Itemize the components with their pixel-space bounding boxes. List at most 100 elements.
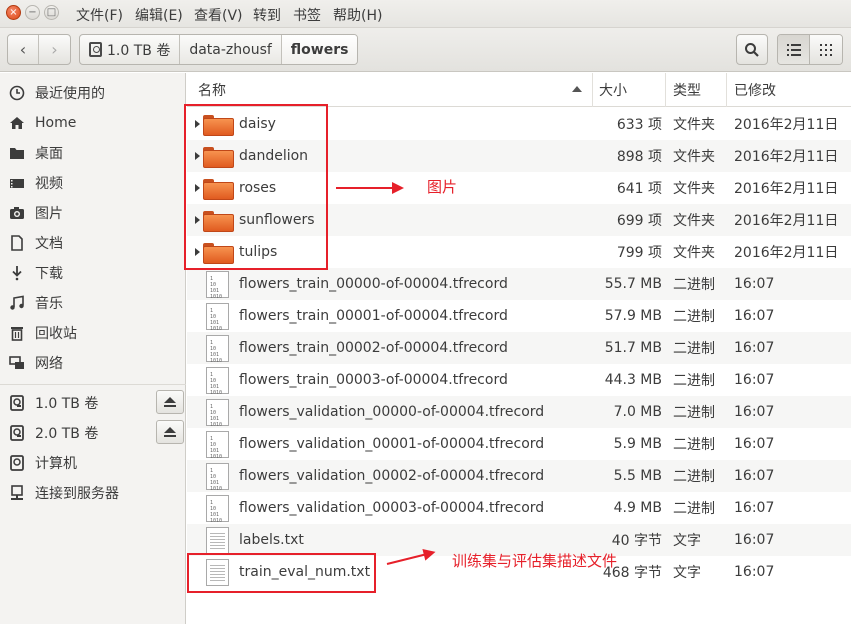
- binary-file-icon: 1 10 101 1010: [206, 495, 229, 524]
- file-type: 二进制: [673, 341, 715, 357]
- annotation-label-desc: 训练集与评估集描述文件: [452, 552, 618, 570]
- file-name: flowers_validation_00003-of-00004.tfreco…: [239, 500, 545, 516]
- sidebar-item-label: 视频: [35, 176, 63, 192]
- menu-view[interactable]: 查看(V): [194, 5, 243, 25]
- server-icon: [9, 485, 25, 501]
- minimize-icon: −: [28, 6, 37, 18]
- menu-file[interactable]: 文件(F): [76, 5, 123, 25]
- file-row[interactable]: 1 10 101 1010 flowers_validation_00003-of…: [187, 492, 851, 524]
- file-name: flowers_train_00002-of-00004.tfrecord: [239, 340, 508, 356]
- file-type: 文字: [673, 565, 701, 581]
- sidebar-item-computer[interactable]: 计算机: [0, 449, 186, 477]
- sidebar-item-label: 最近使用的: [35, 86, 105, 102]
- breadcrumb-label: 1.0 TB 卷: [107, 42, 171, 59]
- sidebar-item-label: 回收站: [35, 326, 77, 342]
- column-header-label: 已修改: [734, 83, 776, 99]
- breadcrumb: 1.0 TB 卷 data-zhousf flowers: [79, 34, 359, 65]
- sidebar-item-home[interactable]: Home: [0, 109, 186, 137]
- file-modified: 2016年2月11日: [734, 149, 839, 165]
- file-size: 799 项: [616, 245, 662, 261]
- annotation-box-folders: [184, 104, 328, 270]
- binary-file-icon: 1 10 101 1010: [206, 335, 229, 364]
- eject-button[interactable]: [156, 420, 184, 444]
- file-modified: 16:07: [734, 500, 775, 516]
- sidebar-item-network[interactable]: 网络: [0, 349, 186, 377]
- binary-file-icon: 1 10 101 1010: [206, 303, 229, 332]
- breadcrumb-volume[interactable]: 1.0 TB 卷: [80, 35, 181, 64]
- maximize-window-button[interactable]: □: [44, 5, 59, 20]
- eject-icon: [164, 397, 176, 407]
- forward-button[interactable]: ›: [39, 35, 70, 64]
- file-size: 641 项: [616, 181, 662, 197]
- sidebar-item-label: 计算机: [35, 456, 77, 472]
- menu-help[interactable]: 帮助(H): [333, 5, 382, 25]
- column-header-label: 类型: [673, 83, 701, 99]
- column-header-label: 大小: [599, 83, 627, 99]
- file-size: 4.9 MB: [613, 500, 662, 516]
- sidebar-item-label: Home: [35, 115, 77, 131]
- binary-file-icon: 1 10 101 1010: [206, 399, 229, 428]
- file-type: 文字: [673, 533, 701, 549]
- toolbar: ‹ › 1.0 TB 卷 data-zhousf flowers: [0, 28, 851, 72]
- search-icon: [745, 42, 759, 57]
- binary-file-icon: 1 10 101 1010: [206, 271, 229, 300]
- breadcrumb-label: flowers: [290, 41, 349, 58]
- column-header-modified[interactable]: 已修改: [727, 73, 851, 107]
- sidebar-item-trash[interactable]: 回收站: [0, 319, 186, 347]
- sidebar-item-desktop[interactable]: 桌面: [0, 139, 186, 167]
- file-modified: 16:07: [734, 404, 775, 420]
- breadcrumb-flowers[interactable]: flowers: [281, 35, 358, 64]
- file-modified: 16:07: [734, 564, 775, 580]
- list-view-button[interactable]: [778, 35, 811, 64]
- music-icon: [9, 295, 25, 311]
- sidebar-item-recent[interactable]: 最近使用的: [0, 79, 186, 107]
- maximize-icon: □: [46, 6, 57, 18]
- drive-icon: [9, 425, 25, 441]
- menu-go[interactable]: 转到: [253, 5, 281, 25]
- file-size: 57.9 MB: [604, 308, 662, 324]
- file-type: 二进制: [673, 405, 715, 421]
- sidebar-item-videos[interactable]: 视频: [0, 169, 186, 197]
- grid-view-button[interactable]: [810, 35, 842, 64]
- sidebar-item-connect-server[interactable]: 连接到服务器: [0, 479, 186, 507]
- sidebar-item-label: 1.0 TB 卷: [35, 396, 99, 412]
- file-row[interactable]: 1 10 101 1010 flowers_validation_00000-of…: [187, 396, 851, 428]
- sidebar-item-label: 网络: [35, 356, 63, 372]
- sidebar-divider: [0, 384, 186, 385]
- close-window-button[interactable]: ×: [6, 5, 21, 20]
- view-switcher: [777, 34, 843, 65]
- column-header-size[interactable]: 大小: [593, 73, 666, 107]
- file-modified: 2016年2月11日: [734, 117, 839, 133]
- menu-edit[interactable]: 编辑(E): [135, 5, 183, 25]
- file-modified: 16:07: [734, 468, 775, 484]
- file-row[interactable]: 1 10 101 1010 flowers_train_00000-of-0000…: [187, 268, 851, 300]
- chevron-right-icon: ›: [51, 40, 58, 59]
- file-row[interactable]: 1 10 101 1010 flowers_train_00003-of-0000…: [187, 364, 851, 396]
- drive-icon: [89, 42, 102, 57]
- clock-icon: [9, 85, 25, 101]
- file-row[interactable]: 1 10 101 1010 flowers_validation_00001-of…: [187, 428, 851, 460]
- file-row[interactable]: 1 10 101 1010 flowers_validation_00002-of…: [187, 460, 851, 492]
- file-type: 二进制: [673, 469, 715, 485]
- menu-bookmarks[interactable]: 书签: [293, 5, 321, 25]
- file-row[interactable]: 1 10 101 1010 flowers_train_00001-of-0000…: [187, 300, 851, 332]
- file-type: 文件夹: [673, 117, 715, 133]
- sidebar-item-documents[interactable]: 文档: [0, 229, 186, 257]
- eject-button[interactable]: [156, 390, 184, 414]
- chevron-left-icon: ‹: [19, 40, 27, 59]
- sidebar-item-music[interactable]: 音乐: [0, 289, 186, 317]
- back-button[interactable]: ‹: [8, 35, 40, 64]
- sidebar-item-downloads[interactable]: 下载: [0, 259, 186, 287]
- column-header-name[interactable]: 名称: [187, 73, 593, 107]
- minimize-window-button[interactable]: −: [25, 5, 40, 20]
- sidebar-item-label: 桌面: [35, 146, 63, 162]
- list-view-icon: [786, 43, 801, 56]
- column-header-type[interactable]: 类型: [666, 73, 727, 107]
- sidebar-item-pictures[interactable]: 图片: [0, 199, 186, 227]
- breadcrumb-label: data-zhousf: [189, 41, 272, 58]
- breadcrumb-data-zhousf[interactable]: data-zhousf: [180, 35, 282, 64]
- file-size: 898 项: [616, 149, 662, 165]
- search-button[interactable]: [736, 34, 768, 65]
- file-row[interactable]: 1 10 101 1010 flowers_train_00002-of-0000…: [187, 332, 851, 364]
- desktop-folder-icon: [9, 145, 25, 161]
